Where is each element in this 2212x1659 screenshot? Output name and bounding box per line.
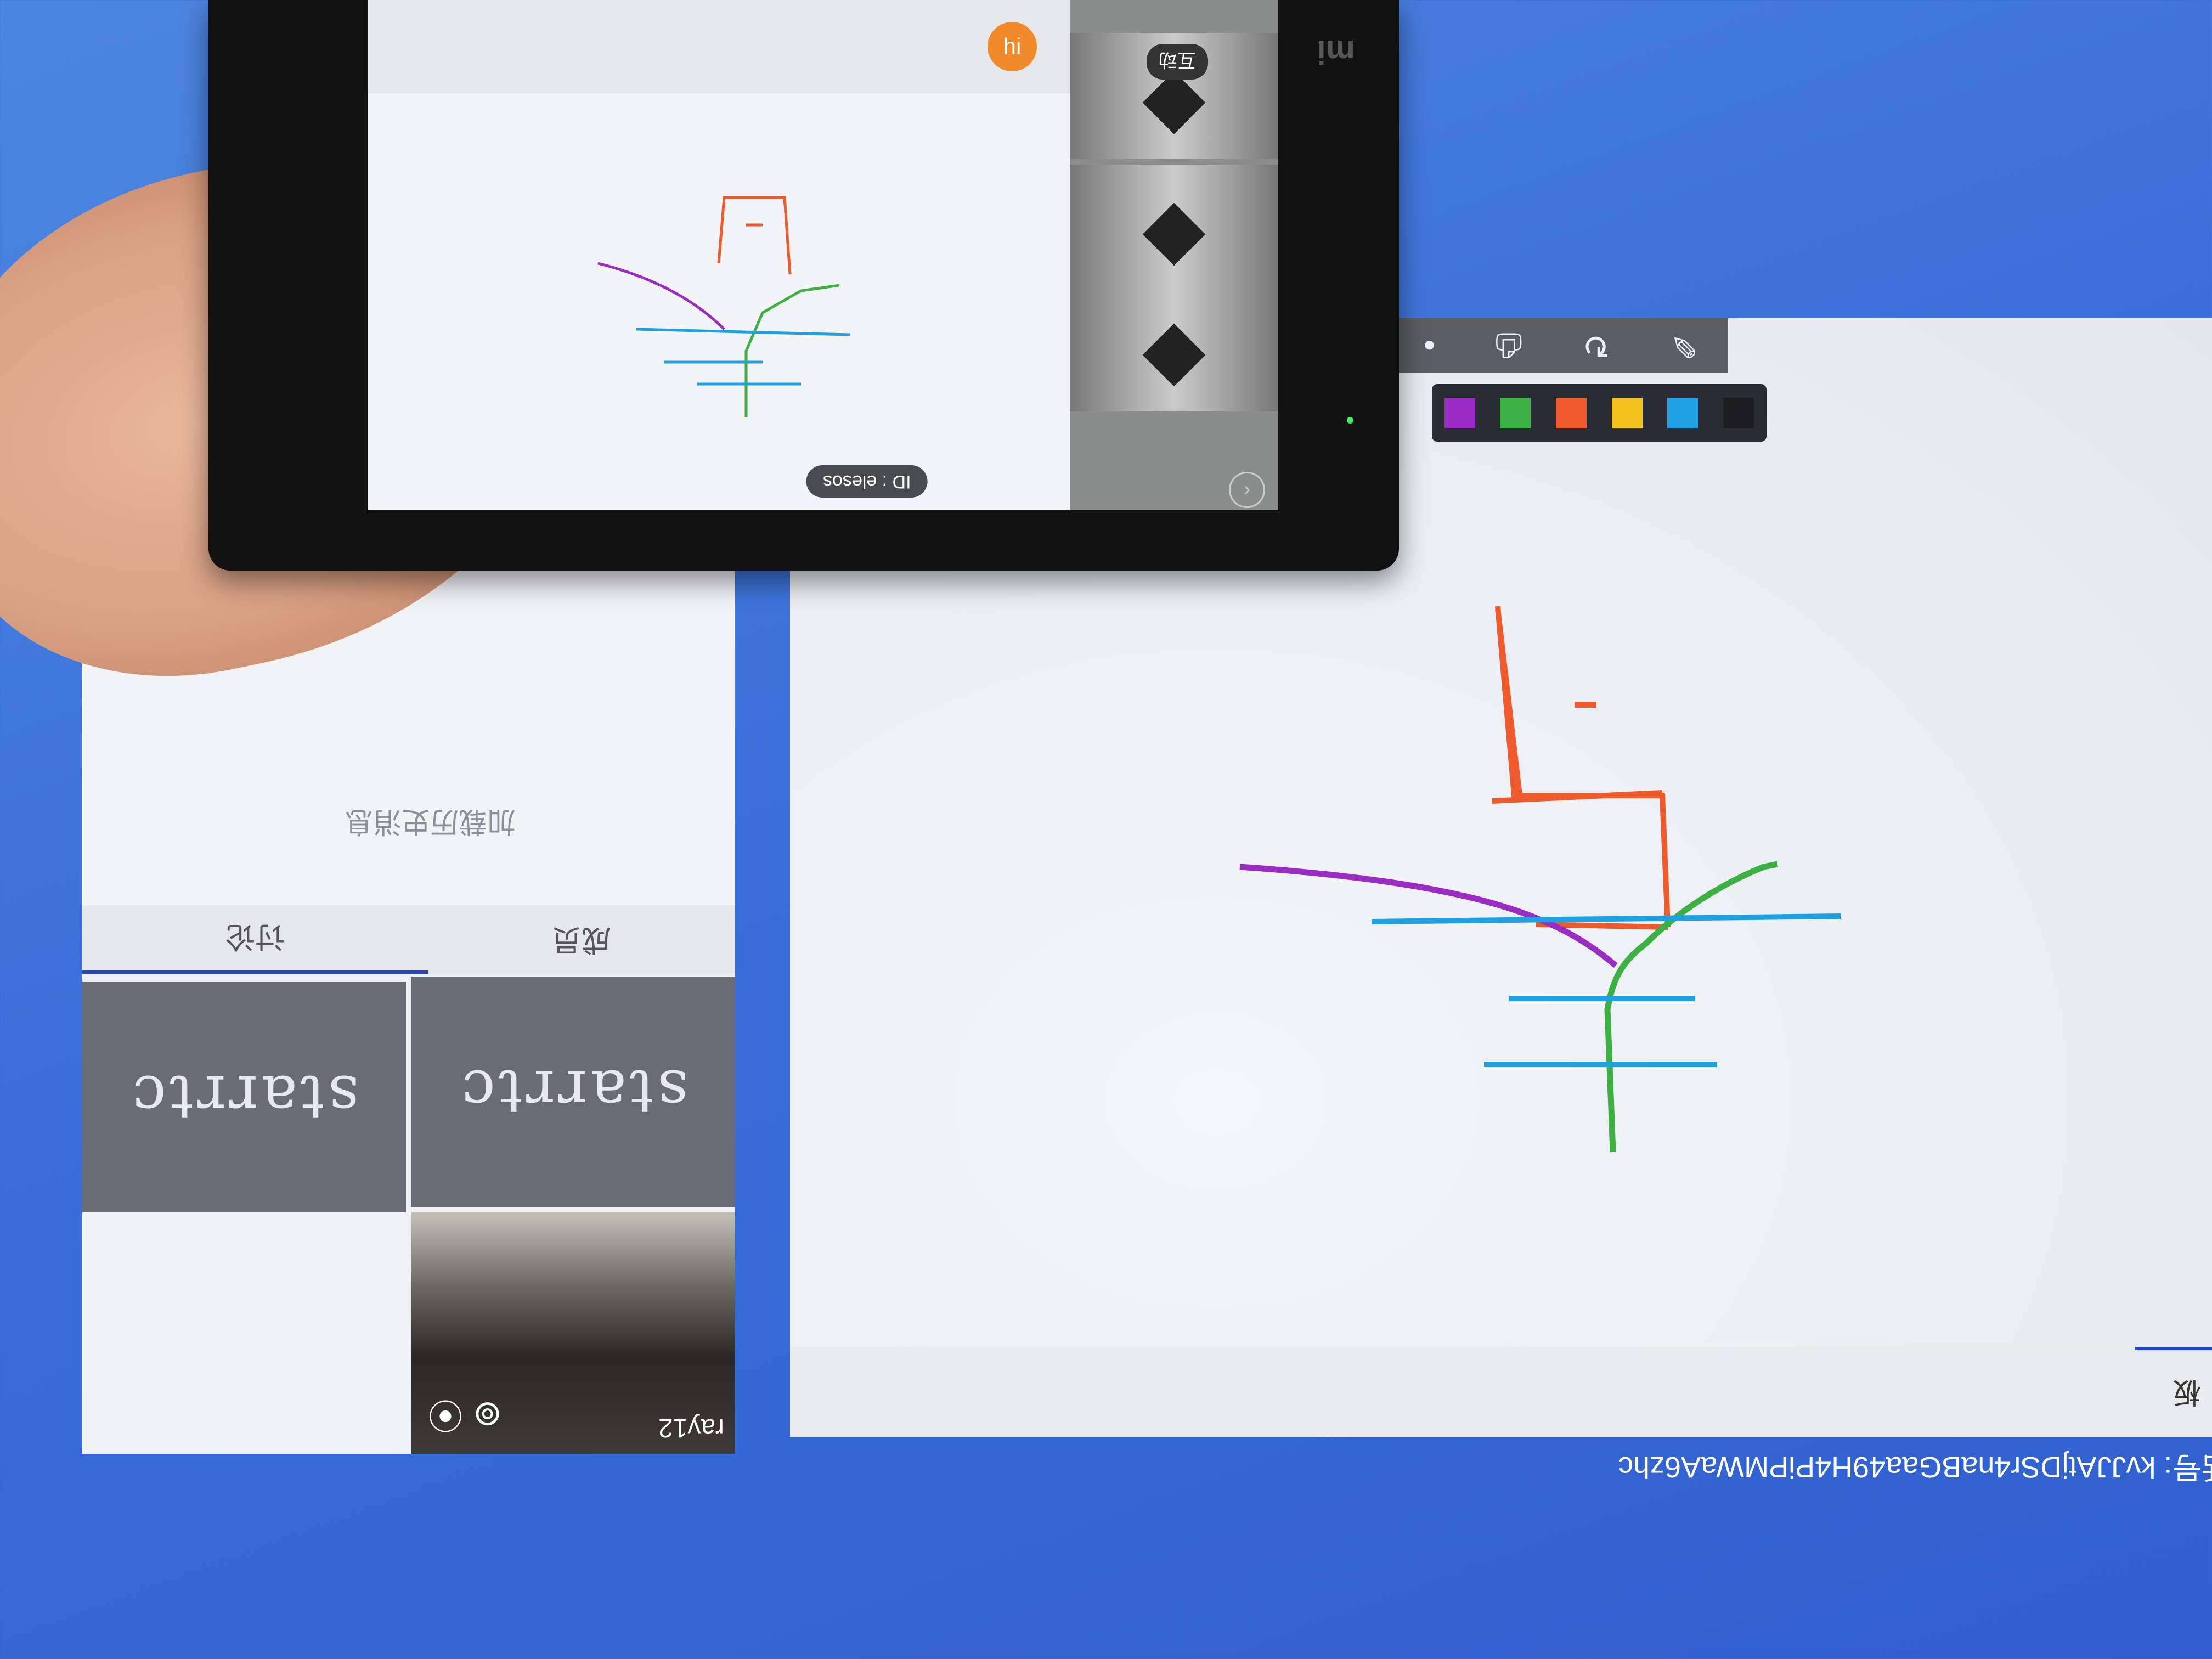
- stroke-green: [744, 284, 840, 417]
- pen-icon[interactable]: ✎: [1671, 326, 1698, 365]
- phone-device: ID : elesos hi ◆ ◆ ◆ 互动 › mi: [208, 0, 1399, 571]
- swatch-purple[interactable]: [1444, 397, 1475, 428]
- tab-strip: 成员 讨论: [82, 905, 735, 974]
- member-tile[interactable]: starrtc: [82, 982, 406, 1212]
- camera-icon[interactable]: ⊚: [473, 1395, 503, 1435]
- member-tile[interactable]: starrtc: [411, 977, 735, 1207]
- dot-icon[interactable]: •: [1424, 327, 1435, 365]
- whiteboard-footer: 板: [790, 1347, 2212, 1437]
- session-id-label: 会话号: kvJJAtjDSr4naBGaa49H4PiPMWaA6zhc: [1618, 1451, 2212, 1483]
- camera-username: ray12: [658, 1413, 724, 1442]
- thumbnail[interactable]: ◆: [1070, 165, 1278, 291]
- phone-drawing: [597, 196, 851, 417]
- swatch-black[interactable]: [1723, 397, 1754, 428]
- color-palette: [1432, 384, 1767, 442]
- phone-screen: ID : elesos hi ◆ ◆ ◆ 互动 ›: [368, 0, 1278, 510]
- brand-logo: mi: [1317, 33, 1356, 70]
- thumbnail[interactable]: ◆: [1070, 285, 1278, 411]
- whiteboard-tab-label[interactable]: 板: [2172, 1374, 2201, 1415]
- member-name: starrtc: [129, 1062, 359, 1132]
- print-icon[interactable]: ⎙: [1496, 326, 1522, 365]
- status-led: [1347, 417, 1353, 424]
- phone-whiteboard: ID : elesos hi: [368, 0, 1070, 510]
- refresh-icon[interactable]: ↻: [1582, 326, 1610, 365]
- stroke-purple: [1239, 864, 1618, 968]
- stroke-green: [1604, 861, 1779, 1153]
- load-history-button[interactable]: 加载历史消息: [345, 804, 516, 845]
- camera-tile[interactable]: ray12 ⊚ ⦿: [411, 1212, 735, 1454]
- swatch-green[interactable]: [1500, 397, 1531, 428]
- mic-icon[interactable]: ⦿: [428, 1395, 463, 1435]
- video-panel: starrtc starrtc starrtc ray12 ⊚ ⦿ 成员 讨论 …: [82, 554, 735, 1454]
- swatch-orange[interactable]: [1556, 397, 1587, 428]
- phone-thumbnails: ◆ ◆ ◆ 互动 ›: [1070, 0, 1278, 510]
- stroke-orange: [717, 196, 792, 275]
- arrow-shape-icon: ◆: [1142, 302, 1206, 394]
- swatch-blue[interactable]: [1667, 397, 1699, 428]
- phone-id-pill: ID : elesos: [806, 465, 928, 498]
- interact-button[interactable]: 互动: [1147, 44, 1208, 80]
- chevron-icon[interactable]: ›: [1229, 472, 1265, 508]
- swatch-yellow[interactable]: [1611, 397, 1643, 428]
- member-name: starrtc: [458, 1057, 689, 1127]
- whiteboard-toolbar: ✎ ↻ ⎙ •: [1393, 318, 1728, 373]
- stroke-orange: [1492, 606, 1671, 930]
- stroke-blue: [636, 328, 851, 386]
- tab-members[interactable]: 成员: [428, 905, 735, 974]
- active-tab-indicator: [2135, 1347, 2212, 1350]
- arrow-shape-icon: ◆: [1142, 181, 1206, 273]
- tab-discussion[interactable]: 讨论: [82, 905, 428, 974]
- stroke-purple: [597, 262, 725, 330]
- hi-badge[interactable]: hi: [988, 22, 1037, 71]
